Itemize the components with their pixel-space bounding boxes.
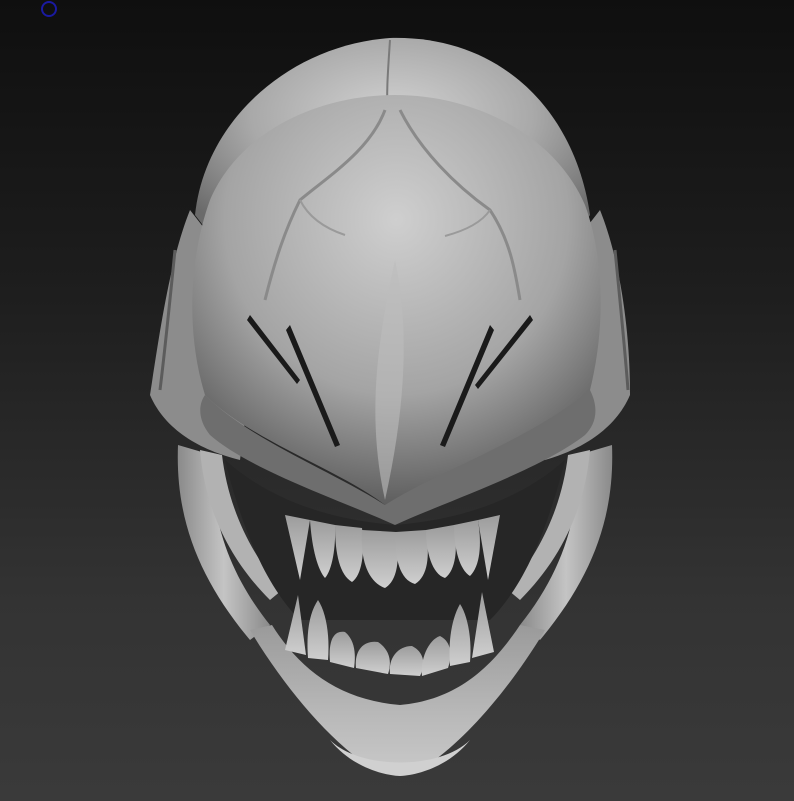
- alien-skull-sculpt: [150, 37, 630, 776]
- viewport-canvas[interactable]: [0, 0, 794, 801]
